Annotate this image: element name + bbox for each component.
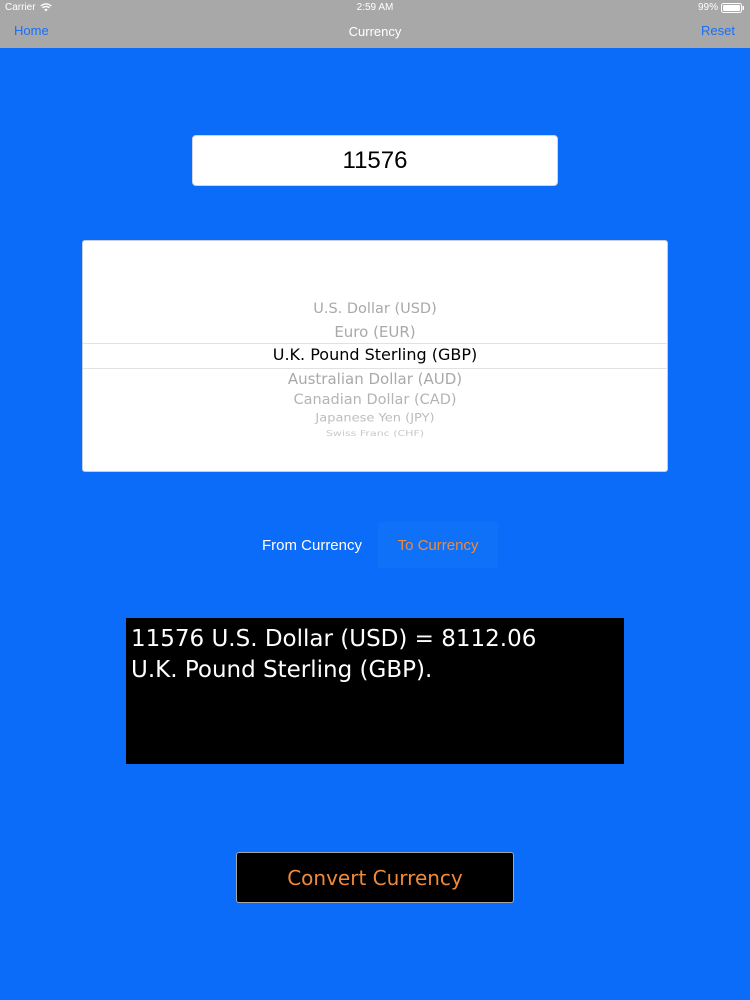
- picker-option[interactable]: U.K. Pound Sterling (GBP): [83, 345, 667, 364]
- picker-option[interactable]: U.S. Dollar (USD): [83, 301, 667, 317]
- reset-button[interactable]: Reset: [701, 23, 735, 38]
- result-line-2: U.K. Pound Sterling (GBP).: [131, 657, 433, 683]
- picker-option[interactable]: Australian Dollar (AUD): [83, 370, 667, 388]
- picker-option[interactable]: Euro (EUR): [83, 323, 667, 341]
- nav-bar: Home Currency Reset: [0, 16, 750, 48]
- picker-option[interactable]: Canadian Dollar (CAD): [83, 392, 667, 407]
- from-currency-segment[interactable]: From Currency: [246, 522, 378, 568]
- picker-option[interactable]: Japanese Yen (JPY): [83, 412, 667, 425]
- result-display: 11576 U.S. Dollar (USD) = 8112.06 U.K. P…: [126, 618, 624, 764]
- result-line-1: 11576 U.S. Dollar (USD) = 8112.06: [131, 626, 537, 652]
- status-time: 2:59 AM: [356, 2, 394, 13]
- status-right: 99%: [698, 2, 745, 13]
- battery-percent: 99%: [697, 2, 718, 13]
- amount-input[interactable]: [192, 135, 558, 186]
- status-bar: Carrier 2:59 AM 99%: [0, 0, 750, 16]
- nav-title: Currency: [348, 24, 402, 39]
- to-currency-segment[interactable]: To Currency: [378, 522, 498, 568]
- battery-icon: [721, 2, 744, 13]
- picker-option[interactable]: Swiss Franc (CHF): [83, 429, 667, 438]
- currency-picker[interactable]: U.S. Dollar (USD) Euro (EUR) U.K. Pound St…: [82, 240, 668, 472]
- convert-currency-button[interactable]: Convert Currency: [236, 852, 514, 903]
